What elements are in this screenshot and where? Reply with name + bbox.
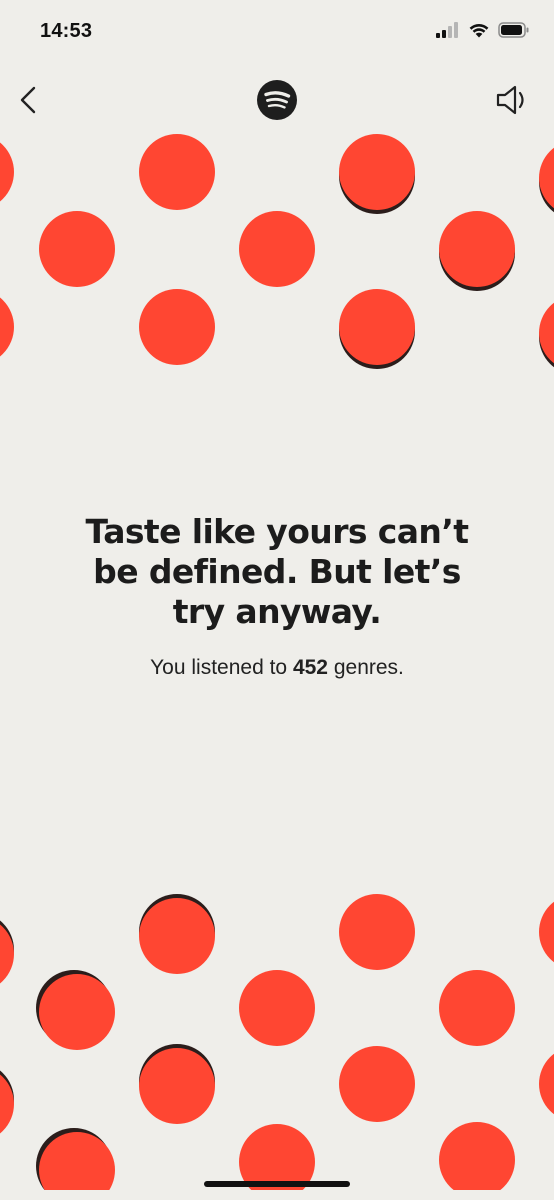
decorative-dot [139,134,215,210]
spotify-logo [256,79,298,121]
decorative-dot [0,916,14,992]
home-indicator[interactable] [204,1181,350,1187]
decorative-dot [0,1066,14,1142]
decorative-dot [539,295,554,371]
status-icons [436,22,530,38]
decorative-dot [39,211,115,287]
back-button[interactable] [16,84,44,116]
decorative-dot [0,289,14,365]
headline: Taste like yours can’t be defined. But l… [0,512,554,632]
decorative-dot [139,289,215,365]
decorative-dot [339,894,415,970]
genre-count-suffix: genres. [333,656,404,679]
decorative-dot [39,1132,115,1190]
status-bar: 14:53 [0,0,554,64]
decorative-dot [339,1046,415,1122]
decorative-dot [239,970,315,1046]
decorative-dot [439,1122,515,1190]
decorative-dot [539,894,554,970]
battery-icon [498,22,529,38]
genre-count-value: 452 [292,656,328,679]
decorative-dot [439,211,515,287]
decorative-dot [39,974,115,1050]
dots-pattern-bottom [0,890,554,1190]
headline-line-1: Taste like yours can’t [85,512,469,551]
headline-line-3: try anyway. [172,592,382,631]
dots-pattern-top [0,130,554,390]
decorative-dot [439,970,515,1046]
decorative-dot [239,211,315,287]
spotify-logo-icon [257,80,297,120]
decorative-dot [139,898,215,974]
headline-line-2: be defined. But let’s [93,552,461,591]
genre-count-prefix: You listened to [150,656,288,679]
story-header [0,72,554,128]
chevron-left-icon [20,86,36,114]
sound-toggle-button[interactable] [494,84,530,116]
status-time: 14:53 [40,20,93,42]
speaker-icon [496,85,524,115]
decorative-dot [339,289,415,365]
genre-count-text: You listened to 452 genres. [0,656,554,680]
decorative-dot [339,134,415,210]
decorative-dot [539,1046,554,1122]
decorative-dot [0,134,14,210]
decorative-dot [139,1048,215,1124]
cellular-signal-icon [436,22,458,38]
decorative-dot [539,140,554,216]
wifi-icon [469,23,489,38]
